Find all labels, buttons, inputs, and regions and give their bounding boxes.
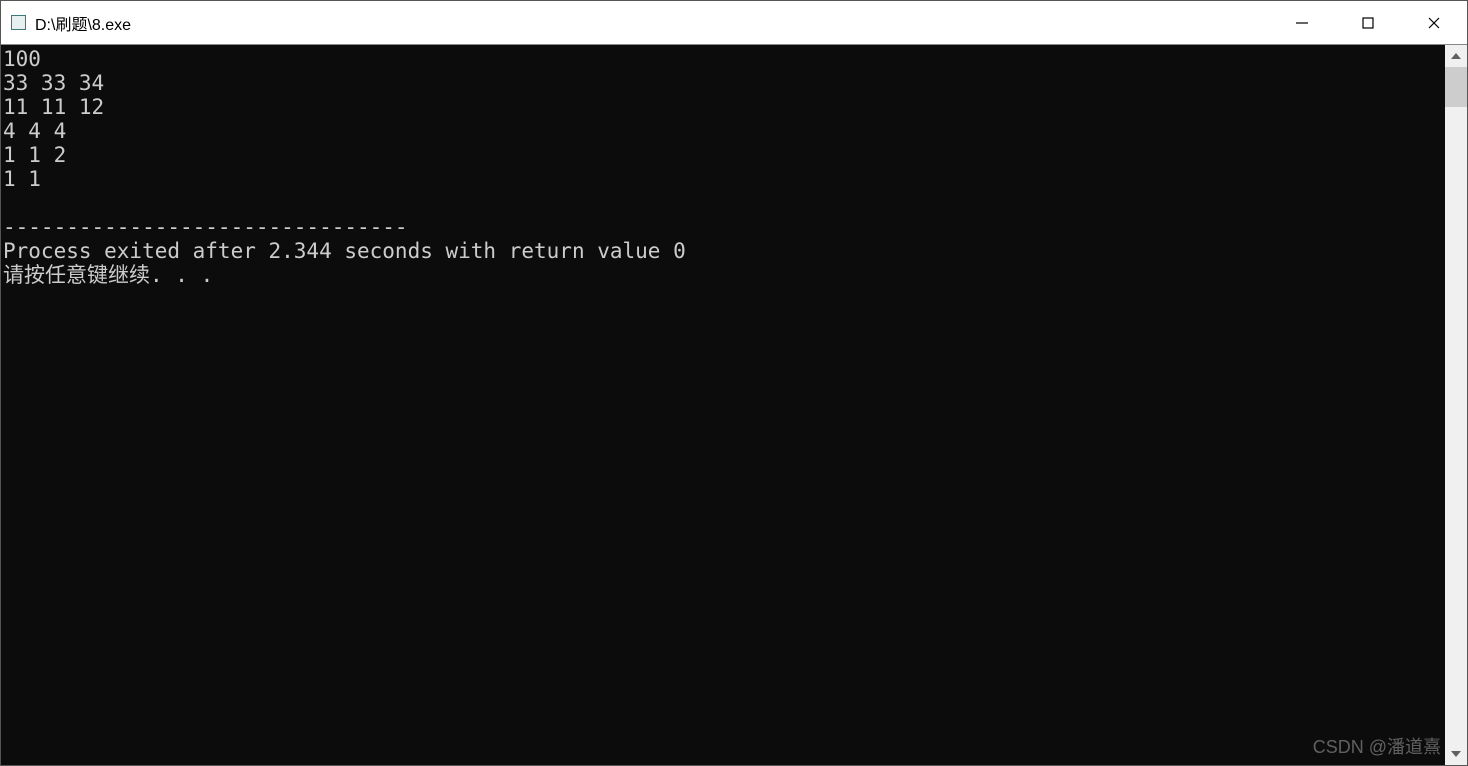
console-line: 4 4 4 [3, 119, 1445, 143]
app-icon [11, 15, 27, 31]
window-title: D:\刷题\8.exe [35, 11, 1269, 35]
content-area: 10033 33 3411 11 124 4 41 1 21 1 --------… [1, 45, 1467, 765]
chevron-down-icon [1451, 751, 1461, 757]
console-line: Process exited after 2.344 seconds with … [3, 239, 1445, 263]
console-line: 1 1 [3, 167, 1445, 191]
console-line: 100 [3, 47, 1445, 71]
console-line: 请按任意键继续. . . [3, 263, 1445, 287]
scroll-up-arrow[interactable] [1445, 45, 1467, 67]
scroll-track[interactable] [1445, 67, 1467, 743]
scroll-down-arrow[interactable] [1445, 743, 1467, 765]
minimize-button[interactable] [1269, 1, 1335, 44]
console-window: D:\刷题\8.exe 10033 33 3411 11 124 4 41 1 … [0, 0, 1468, 766]
console-line [3, 287, 1445, 311]
close-button[interactable] [1401, 1, 1467, 44]
maximize-button[interactable] [1335, 1, 1401, 44]
console-output[interactable]: 10033 33 3411 11 124 4 41 1 21 1 --------… [1, 45, 1445, 765]
console-line: -------------------------------- [3, 215, 1445, 239]
window-controls [1269, 1, 1467, 44]
console-line: 11 11 12 [3, 95, 1445, 119]
chevron-up-icon [1451, 53, 1461, 59]
console-line [3, 191, 1445, 215]
titlebar[interactable]: D:\刷题\8.exe [1, 1, 1467, 45]
vertical-scrollbar[interactable] [1445, 45, 1467, 765]
scroll-thumb[interactable] [1445, 67, 1467, 107]
close-icon [1427, 16, 1441, 30]
console-line: 1 1 2 [3, 143, 1445, 167]
console-line: 33 33 34 [3, 71, 1445, 95]
maximize-icon [1361, 16, 1375, 30]
minimize-icon [1295, 16, 1309, 30]
